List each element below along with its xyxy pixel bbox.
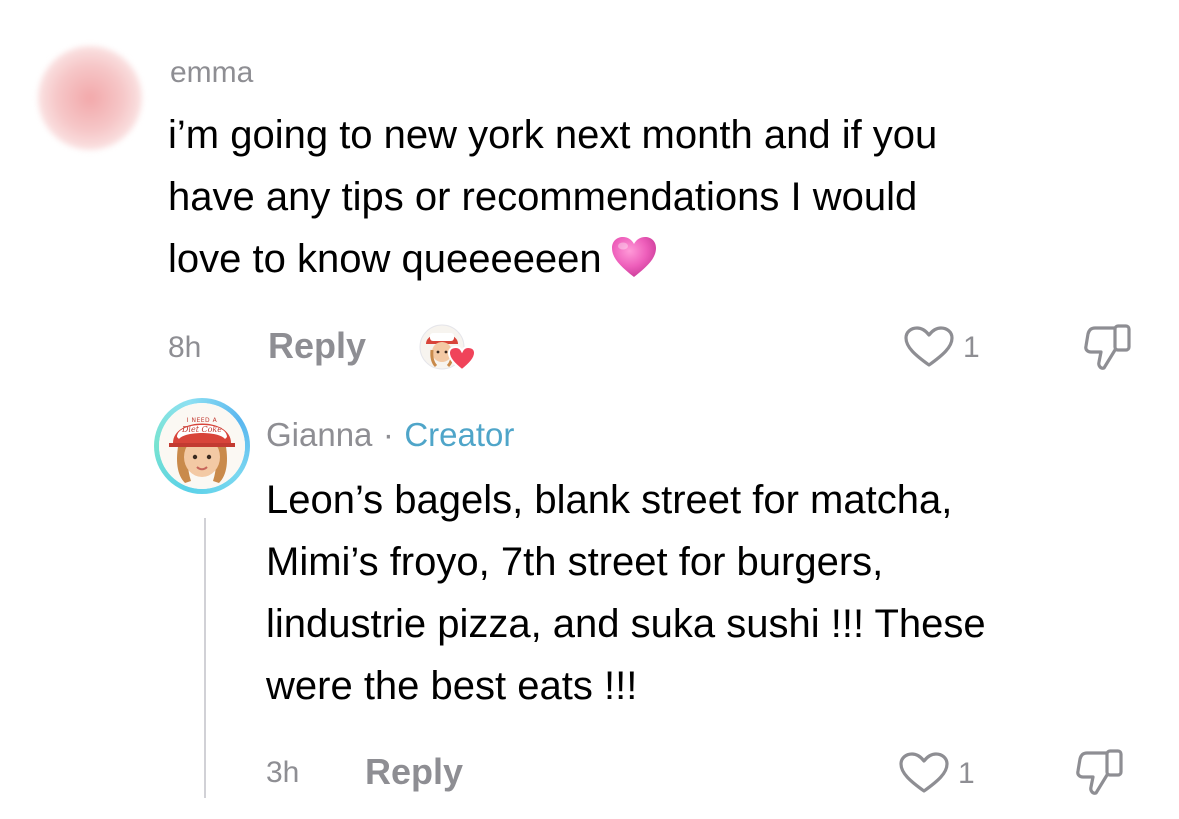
red-heart-icon xyxy=(448,346,476,372)
reply-text: Leon’s bagels, blank street for matcha, … xyxy=(266,478,986,708)
creator-avatar[interactable]: I NEED A Diet Coke xyxy=(154,398,250,494)
comment-dislike-icon[interactable] xyxy=(1083,322,1135,372)
reply-header: Gianna · Creator xyxy=(266,418,514,451)
reply-like-heart-icon[interactable] xyxy=(897,751,951,795)
reply-dislike-icon[interactable] xyxy=(1075,747,1127,797)
creator-memoji-icon xyxy=(159,403,245,489)
avatar-caption-bottom: Diet Coke xyxy=(182,425,222,434)
commenter-avatar[interactable] xyxy=(38,46,142,150)
creator-liked-badge xyxy=(418,320,476,374)
comment-username[interactable]: emma xyxy=(170,58,253,88)
avatar-caption-top: I NEED A xyxy=(186,417,218,424)
comment-reply-button[interactable]: Reply xyxy=(268,328,366,364)
name-separator: · xyxy=(382,416,394,453)
comment-text: i’m going to new york next month and if … xyxy=(168,104,1148,290)
comment-like-count: 1 xyxy=(963,331,980,364)
reply-like-count: 1 xyxy=(958,757,975,790)
thread-line xyxy=(204,518,206,798)
creator-badge: Creator xyxy=(404,416,515,453)
creator-avatar-image: I NEED A Diet Coke xyxy=(159,403,245,489)
reply-username[interactable]: Gianna xyxy=(266,416,372,453)
reply-reply-button[interactable]: Reply xyxy=(365,754,463,790)
pink-heart-emoji-icon xyxy=(611,237,656,277)
reply-timestamp: 3h xyxy=(266,756,300,789)
comment-like-heart-icon[interactable] xyxy=(902,325,956,369)
comment-text-content: i’m going to new york next month and if … xyxy=(168,113,938,281)
comment-timestamp: 8h xyxy=(168,331,202,364)
